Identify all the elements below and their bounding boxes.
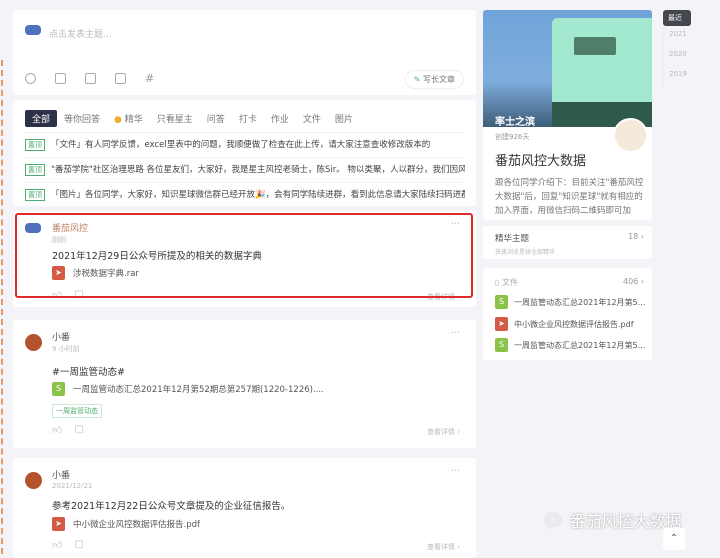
timeline-2019[interactable]: 2019	[663, 66, 691, 86]
file-icon[interactable]	[85, 73, 96, 84]
attachment[interactable]: S 一周监管动态汇总2021年12月第52期总第257期(1220-1226)..…	[52, 382, 324, 396]
tab-files[interactable]: 文件	[296, 110, 328, 127]
attachment[interactable]: ➤ 中小微企业风控数据评估报告.pdf	[52, 517, 200, 531]
timeline-recent[interactable]: 最近	[663, 10, 691, 26]
comment-icon[interactable]: ▢	[74, 539, 83, 551]
group-description[interactable]: 跟各位同学介绍下：目前关注"番茄风控大数据"后，回复"知识星球"就有相应的加入界…	[495, 176, 647, 220]
tab-all[interactable]: 全部	[25, 110, 58, 127]
essence-topics-card[interactable]: 精华主题 快速浏览星球全部精华 18 ›	[483, 226, 652, 259]
pinned-badge: 置顶	[25, 164, 45, 176]
composer-card: 点击发表主题... # ✎ 写长文章	[13, 10, 476, 95]
timeline-2020[interactable]: 2020	[663, 46, 691, 66]
tab-essence[interactable]: ● 精华	[107, 110, 150, 127]
post-card: 小番 9 小时前 ··· #一周监管动态# S 一周监管动态汇总2021年12月第…	[13, 320, 476, 448]
pen-icon: ✎	[413, 75, 421, 84]
group-title: 番茄风控大数据	[495, 154, 587, 169]
spreadsheet-file-icon: S	[495, 338, 508, 352]
post-time: 2021/12/21	[52, 482, 93, 490]
author-name[interactable]: 小番	[52, 468, 70, 481]
essence-count: 18 ›	[628, 232, 644, 241]
image-icon[interactable]	[55, 73, 66, 84]
watermark: 💬︎ 番茄风控大数据	[543, 510, 682, 532]
files-count[interactable]: 406 ›	[623, 277, 644, 286]
tab-awaiting-answer[interactable]: 等你回答	[57, 110, 107, 127]
left-edge-decoration	[1, 60, 3, 554]
topic-tag[interactable]: 一周监管动态	[52, 404, 102, 418]
pinned-item[interactable]: 置顶 「图片」各位同学，大家好，知识星球微信群已经开放🎉，会有同学陆续进群，看到此…	[25, 182, 465, 205]
write-long-article-button[interactable]: ✎ 写长文章	[404, 70, 464, 89]
spreadsheet-file-icon: S	[52, 382, 65, 396]
hashtag-icon[interactable]: #	[145, 73, 154, 84]
group-avatar	[25, 25, 41, 35]
file-item[interactable]: S 一周监管动态汇总2021年12月第5...	[495, 338, 645, 352]
wechat-icon: 💬︎	[543, 510, 564, 530]
owner-avatar[interactable]	[613, 118, 648, 153]
pdf-file-icon: ➤	[52, 517, 65, 531]
more-icon[interactable]: ···	[450, 328, 460, 339]
post-text: #一周监管动态#	[52, 367, 125, 378]
pinned-badge: 置顶	[25, 189, 45, 201]
video-icon[interactable]	[115, 73, 126, 84]
file-item[interactable]: ➤ 中小微企业风控数据评估报告.pdf	[495, 317, 634, 331]
tab-images[interactable]: 图片	[328, 110, 360, 127]
group-profile-card: 率士之滨 创建926天 番茄风控大数据 跟各位同学介绍下：目前关注"番茄风控大数…	[483, 10, 652, 220]
like-icon[interactable]: 👍︎	[52, 539, 62, 551]
author-name[interactable]: 小番	[52, 330, 70, 343]
more-icon[interactable]: ···	[450, 466, 460, 477]
like-icon[interactable]: 👍︎	[52, 424, 62, 436]
comment-icon[interactable]: ▢	[74, 424, 83, 436]
cover-image: 率士之滨	[483, 10, 652, 128]
files-card: ▯ 文件 406 › S 一周监管动态汇总2021年12月第5... ➤ 中小微企业…	[483, 268, 652, 360]
tab-qa[interactable]: 问答	[200, 110, 232, 127]
post-card: 小番 2021/12/21 ··· 参考2021年12月22日公众号文章提及的企…	[13, 458, 476, 558]
file-icon: ▯	[495, 278, 500, 287]
author-avatar	[25, 334, 42, 351]
timeline-2021[interactable]: 2021	[663, 26, 691, 46]
tab-homework[interactable]: 作业	[264, 110, 296, 127]
pinned-item[interactable]: 置顶 "番茄学院"社区治理思路 各位星友们，大家好，我是星主风控老骑士，陈Sir。…	[25, 157, 465, 180]
file-item[interactable]: S 一周监管动态汇总2021年12月第5...	[495, 295, 645, 309]
essence-icon: ●	[114, 115, 122, 125]
cover-name: 率士之滨	[495, 117, 535, 128]
view-detail-link[interactable]: 查看详情 ›	[427, 542, 460, 552]
highlight-box	[15, 213, 473, 298]
spreadsheet-file-icon: S	[495, 295, 508, 309]
back-to-top-button[interactable]: ⌃	[663, 528, 685, 550]
view-detail-link[interactable]: 查看详情 ›	[427, 427, 460, 437]
emoji-icon[interactable]	[25, 73, 36, 84]
timeline-nav: 最近 2021 2020 2019	[663, 10, 691, 86]
post-time: 9 小时前	[52, 345, 80, 353]
pinned-item[interactable]: 置顶 「文件」有人同学反馈，excel里表中的问题，我顺便做了检查在此上传，请大家…	[25, 132, 465, 155]
tab-checkin[interactable]: 打卡	[232, 110, 264, 127]
pinned-badge: 置顶	[25, 139, 45, 151]
post-input[interactable]: 点击发表主题...	[49, 27, 112, 40]
post-text: 参考2021年12月22日公众号文章提及的企业征信报告。	[52, 501, 291, 512]
created-days: 创建926天	[495, 133, 530, 141]
files-header[interactable]: ▯ 文件	[495, 277, 518, 288]
tab-owner-only[interactable]: 只看星主	[150, 110, 200, 127]
author-avatar	[25, 472, 42, 489]
filter-card: 全部 等你回答 ● 精华 只看星主 问答 打卡 作业 文件 图片 置顶 「文件」有…	[13, 100, 476, 206]
pdf-file-icon: ➤	[495, 317, 508, 331]
